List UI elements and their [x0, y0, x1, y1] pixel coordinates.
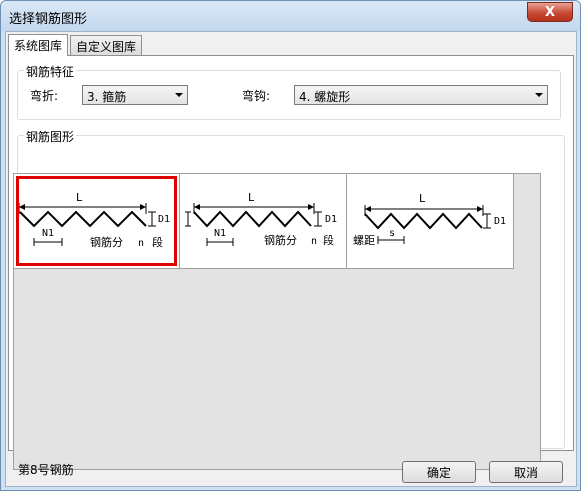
hook-label: 弯钩:: [242, 89, 271, 103]
shape-3-pitch: 螺距: [353, 234, 375, 247]
tab-system-library[interactable]: 系统图库: [8, 34, 69, 56]
chevron-down-icon: [535, 93, 543, 97]
window-title: 选择钢筋图形: [9, 12, 88, 27]
cancel-button[interactable]: 取消: [489, 461, 563, 483]
bend-select[interactable]: 3. 箍筋: [82, 85, 188, 105]
ok-button[interactable]: 确定: [402, 461, 476, 483]
bend-select-value: 3. 箍筋: [87, 90, 127, 104]
shape-1-caption: 钢筋分: [90, 235, 123, 249]
chevron-down-icon: [175, 93, 183, 97]
spiral-shape-icon: L D1 螺距 s: [353, 192, 506, 247]
dialog-body: 系统图库 自定义图库 钢筋特征 弯折: 3. 箍筋 弯钩: 4. 螺旋形 钢筋图…: [5, 31, 577, 487]
shape-2-L: L: [248, 191, 255, 204]
stirrup-shape-icon: L D1 N1 钢筋分 n 段: [185, 191, 337, 247]
shape-1-n: n: [138, 238, 144, 249]
shape-2-n: n: [311, 236, 317, 247]
dialog-window: 选择钢筋图形 X 系统图库 自定义图库 钢筋特征 弯折: 3. 箍筋 弯钩: 4…: [0, 0, 581, 491]
features-group: 钢筋特征 弯折: 3. 箍筋 弯钩: 4. 螺旋形: [17, 63, 561, 120]
shape-3-L: L: [419, 192, 426, 205]
close-button[interactable]: X: [527, 2, 573, 22]
stirrup-shape-icon: L D1 N1 钢筋分 n 段: [18, 191, 170, 249]
shape-3-s: s: [389, 228, 395, 239]
hook-select[interactable]: 4. 螺旋形: [294, 85, 548, 105]
shape-item-3[interactable]: L D1 螺距 s: [347, 174, 514, 269]
shape-1-D1: D1: [158, 214, 170, 225]
shape-1-N1: N1: [42, 228, 54, 239]
tab-panel: 钢筋特征 弯折: 3. 箍筋 弯钩: 4. 螺旋形 钢筋图形 L D1 N1 钢…: [8, 55, 574, 470]
title-bar: 选择钢筋图形 X: [1, 1, 580, 31]
tab-custom-library[interactable]: 自定义图库: [70, 35, 143, 55]
shape-2-seg: 段: [323, 233, 334, 247]
shape-gallery: L D1 N1 钢筋分 n 段 L D1 N1 钢筋分 n 段 L D1 螺距 …: [13, 173, 541, 470]
features-group-title: 钢筋特征: [24, 63, 77, 80]
hook-select-value: 4. 螺旋形: [299, 90, 351, 104]
status-text: 第8号钢筋: [18, 463, 74, 477]
bend-label: 弯折:: [30, 89, 59, 103]
shape-2-caption: 钢筋分: [264, 233, 297, 247]
shapes-group-title: 钢筋图形: [24, 128, 77, 145]
shape-1-seg: 段: [152, 235, 163, 249]
shape-3-D1: D1: [494, 216, 506, 227]
shape-1-L: L: [76, 191, 83, 204]
shape-item-1[interactable]: L D1 N1 钢筋分 n 段: [14, 174, 180, 269]
shape-2-D1: D1: [325, 214, 337, 225]
shape-item-2[interactable]: L D1 N1 钢筋分 n 段: [180, 174, 347, 269]
shape-2-N1: N1: [214, 228, 226, 239]
